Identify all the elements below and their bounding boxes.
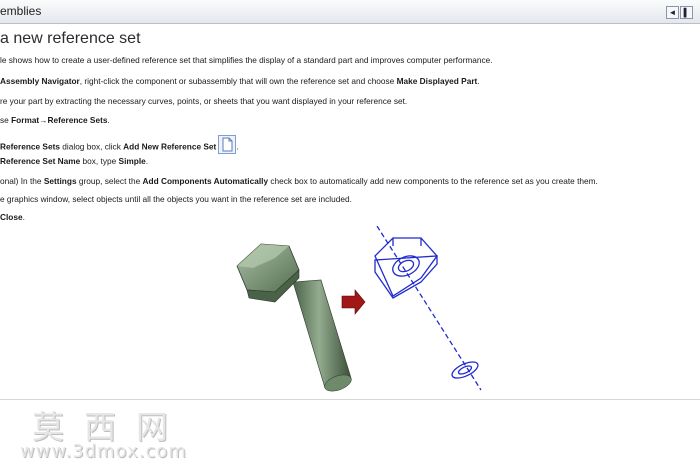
step-4: se Format→Reference Sets. xyxy=(0,115,110,125)
step-text: . xyxy=(145,156,149,166)
step-7: onal) In the Settings group, select the … xyxy=(0,176,598,186)
step-keyword: Close xyxy=(0,212,23,222)
step-text: se xyxy=(0,115,12,125)
step-text: . xyxy=(107,115,110,125)
step-keyword: Reference Set Name xyxy=(0,156,81,166)
reference-set-figure xyxy=(236,226,482,392)
step-keyword: Settings xyxy=(43,176,77,186)
arrow-icon xyxy=(341,289,366,315)
add-reference-set-icon xyxy=(218,135,237,154)
step-keyword: Add New Reference Set xyxy=(123,141,217,152)
step-text: re your part by extracting the necessary… xyxy=(0,96,408,106)
title-bar: emblies ◄ ▌ xyxy=(0,0,700,24)
step-text: . xyxy=(477,76,480,86)
step-text: . xyxy=(236,141,239,152)
step-keyword: Assembly Navigator xyxy=(0,76,80,86)
shaded-bolt-image xyxy=(236,243,352,392)
wireframe-bolt-image xyxy=(374,226,482,391)
step-text: group, select the xyxy=(76,176,143,186)
step-keyword: Add Components Automatically xyxy=(142,176,269,186)
step-8: e graphics window, select objects until … xyxy=(0,194,352,204)
step-9: Close. xyxy=(0,212,25,222)
step-text: e graphics window, select objects until … xyxy=(0,194,352,204)
step-keyword: Simple xyxy=(118,156,146,166)
step-text: , right-click the component or subassemb… xyxy=(79,76,397,86)
step-text: onal) In the xyxy=(0,176,44,186)
step-text: . xyxy=(22,212,25,222)
step-5: Reference Sets dialog box, click Add New… xyxy=(0,135,239,157)
step-2: Assembly Navigator, right-click the comp… xyxy=(0,76,480,86)
step-keyword: Reference Sets xyxy=(0,141,60,152)
page-title: a new reference set xyxy=(0,30,141,47)
step-text: le shows how to create a user-defined re… xyxy=(0,55,493,65)
watermark-url: www.3dmox.com xyxy=(20,441,187,462)
step-text: dialog box, click xyxy=(59,141,124,152)
step-3: re your part by extracting the necessary… xyxy=(0,96,407,106)
forward-icon[interactable]: ▌ xyxy=(680,6,693,19)
step-6: Reference Set Name box, type Simple. xyxy=(0,156,148,166)
step-text: check box to automatically add new compo… xyxy=(268,176,598,186)
back-arrow-icon[interactable]: ◄ xyxy=(666,6,679,19)
step-1: le shows how to create a user-defined re… xyxy=(0,55,493,65)
step-keyword: Make Displayed Part xyxy=(396,76,478,86)
window-title: emblies xyxy=(0,4,42,18)
step-keyword: Format→Reference Sets xyxy=(11,115,108,125)
divider xyxy=(0,399,700,400)
step-text: box, type xyxy=(80,156,119,166)
